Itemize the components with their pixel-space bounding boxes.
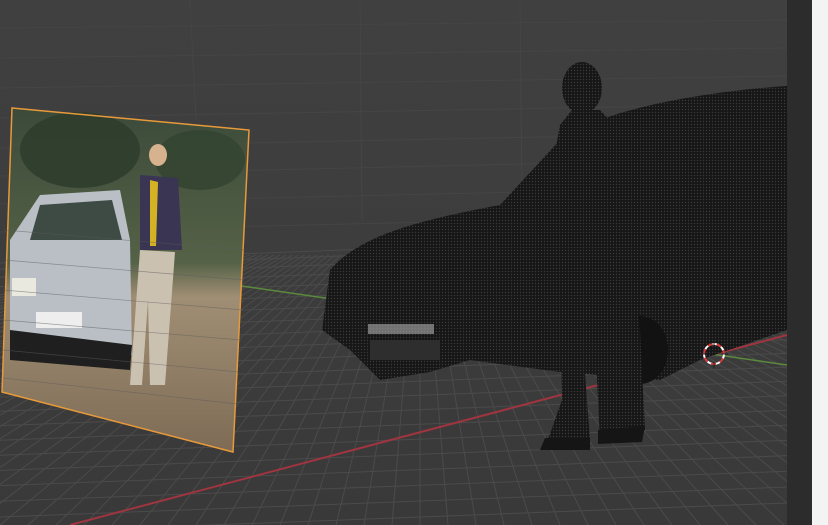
- viewport-side-strip: [787, 0, 828, 525]
- scrollbar-track[interactable]: [812, 0, 828, 525]
- grid-line: [0, 455, 787, 487]
- 3d-viewport[interactable]: [0, 0, 787, 525]
- reference-image-plane[interactable]: [1, 107, 250, 453]
- viewport-canvas[interactable]: [0, 0, 787, 525]
